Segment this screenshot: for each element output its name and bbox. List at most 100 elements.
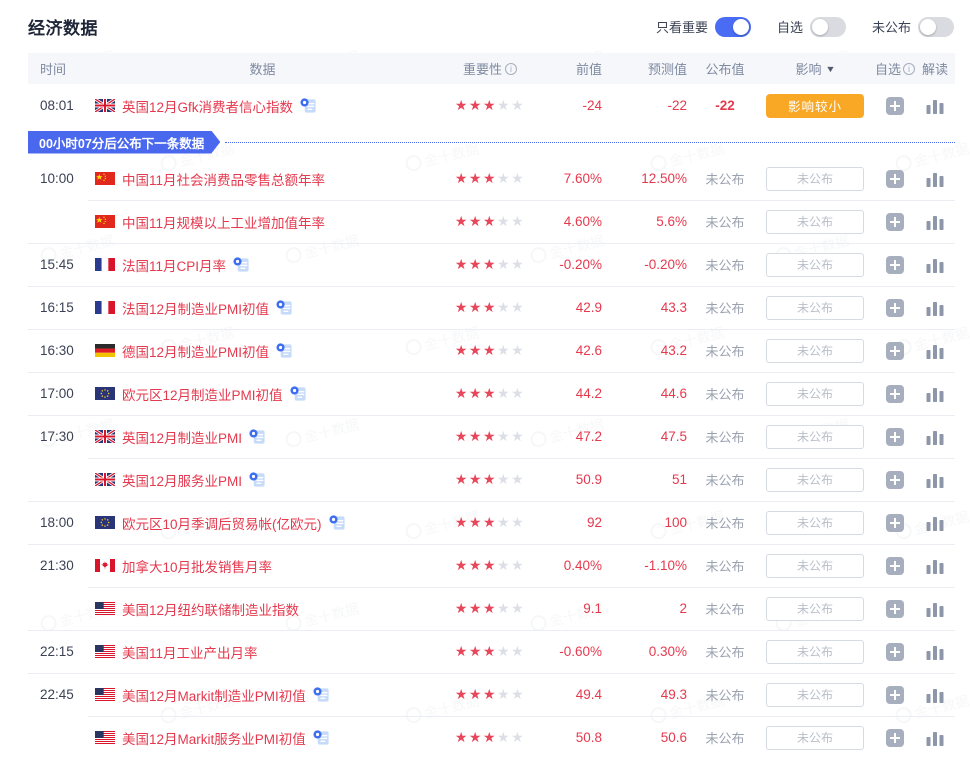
chart-cell [915, 471, 955, 489]
indicator-name-link[interactable]: 法国12月制造业PMI初值 [122, 298, 269, 318]
news-doc-icon[interactable] [249, 428, 266, 445]
add-watchlist-button[interactable] [886, 643, 904, 661]
indicator-name-link[interactable]: 加拿大10月批发销售月率 [122, 556, 272, 576]
watch-cell [875, 385, 915, 403]
forecast-value: 44.6 [610, 386, 695, 401]
news-doc-icon[interactable] [276, 299, 293, 316]
indicator-name-link[interactable]: 美国12月Markit制造业PMI初值 [122, 685, 306, 705]
filter-toggles: 只看重要 自选 未公布 [656, 17, 954, 37]
header-watchlist[interactable]: 自选 [875, 59, 915, 78]
star-empty-icon: ★ [511, 600, 525, 616]
impact-cell: 未公布 [755, 167, 875, 191]
history-chart-icon[interactable] [925, 729, 945, 747]
news-doc-icon[interactable] [290, 385, 307, 402]
toggle-important-only[interactable]: 只看重要 [656, 17, 751, 37]
add-watchlist-button[interactable] [886, 686, 904, 704]
history-chart-icon[interactable] [925, 600, 945, 618]
history-chart-icon[interactable] [925, 97, 945, 115]
history-chart-icon[interactable] [925, 342, 945, 360]
indicator-name-link[interactable]: 美国12月Markit服务业PMI初值 [122, 728, 306, 748]
chart-cell [915, 729, 955, 747]
topbar: 经济数据 只看重要 自选 未公布 [0, 0, 970, 49]
add-watchlist-button[interactable] [886, 342, 904, 360]
add-watchlist-button[interactable] [886, 385, 904, 403]
forecast-value: 100 [610, 515, 695, 530]
history-chart-icon[interactable] [925, 213, 945, 231]
add-watchlist-button[interactable] [886, 213, 904, 231]
header-impact-sort[interactable]: 影响 [755, 59, 875, 78]
info-icon[interactable] [505, 63, 517, 75]
add-watchlist-button[interactable] [886, 514, 904, 532]
star-empty-icon: ★ [497, 256, 511, 272]
news-doc-icon[interactable] [329, 514, 346, 531]
impact-cell: 未公布 [755, 382, 875, 406]
news-doc-icon[interactable] [233, 256, 250, 273]
history-chart-icon[interactable] [925, 471, 945, 489]
history-chart-icon[interactable] [925, 686, 945, 704]
news-doc-icon[interactable] [276, 342, 293, 359]
row-divider [28, 329, 955, 330]
indicator-name-link[interactable]: 欧元区12月制造业PMI初值 [122, 384, 283, 404]
news-doc-icon[interactable] [313, 729, 330, 746]
event-time: 16:15 [28, 300, 85, 315]
previous-value: 49.4 [540, 687, 610, 702]
impact-small-button[interactable]: 影响较小 [766, 94, 864, 118]
add-watchlist-button[interactable] [886, 729, 904, 747]
star-filled-icon: ★ [469, 428, 483, 444]
indicator-name-link[interactable]: 美国11月工业产出月率 [122, 642, 258, 662]
previous-value: 50.9 [540, 472, 610, 487]
toggle-switch[interactable] [918, 17, 954, 37]
header-importance[interactable]: 重要性 [440, 59, 540, 78]
importance-stars: ★★★★★ [440, 170, 540, 187]
history-chart-icon[interactable] [925, 385, 945, 403]
history-chart-icon[interactable] [925, 514, 945, 532]
history-chart-icon[interactable] [925, 557, 945, 575]
table-row: 16:30 德国12月制造业PMI初值 ★★★★★ 42.6 43.2 未公布 … [28, 329, 955, 372]
toggle-switch[interactable] [810, 17, 846, 37]
star-filled-icon: ★ [455, 686, 469, 702]
toggle-watchlist[interactable]: 自选 [777, 17, 846, 37]
indicator-name-link[interactable]: 欧元区10月季调后贸易帐(亿欧元) [122, 513, 322, 533]
add-watchlist-button[interactable] [886, 97, 904, 115]
star-empty-icon: ★ [497, 428, 511, 444]
history-chart-icon[interactable] [925, 428, 945, 446]
toggle-unpublished[interactable]: 未公布 [872, 17, 954, 37]
table-row: 15:45 法国11月CPI月率 ★★★★★ -0.20% -0.20% 未公布… [28, 243, 955, 286]
history-chart-icon[interactable] [925, 299, 945, 317]
indicator-name-link[interactable]: 英国12月Gfk消费者信心指数 [122, 96, 293, 116]
star-filled-icon: ★ [455, 557, 469, 573]
history-chart-icon[interactable] [925, 256, 945, 274]
add-watchlist-button[interactable] [886, 170, 904, 188]
toggle-switch[interactable] [715, 17, 751, 37]
history-chart-icon[interactable] [925, 170, 945, 188]
chart-cell [915, 428, 955, 446]
indicator-name-link[interactable]: 美国12月纽约联储制造业指数 [122, 599, 299, 619]
indicator-name-link[interactable]: 英国12月服务业PMI [122, 470, 242, 490]
news-doc-icon[interactable] [249, 471, 266, 488]
add-watchlist-button[interactable] [886, 471, 904, 489]
add-watchlist-button[interactable] [886, 600, 904, 618]
impact-cell: 未公布 [755, 597, 875, 621]
chart-cell [915, 256, 955, 274]
row-divider [28, 544, 955, 545]
add-watchlist-button[interactable] [886, 299, 904, 317]
add-watchlist-button[interactable] [886, 256, 904, 274]
indicator-name-link[interactable]: 中国11月社会消费品零售总额年率 [122, 169, 325, 189]
add-watchlist-button[interactable] [886, 557, 904, 575]
news-doc-icon[interactable] [300, 97, 317, 114]
news-doc-icon[interactable] [313, 686, 330, 703]
info-icon[interactable] [903, 63, 915, 75]
chevron-down-icon [825, 64, 836, 74]
event-time: 17:00 [28, 386, 85, 401]
row-divider [28, 372, 955, 373]
indicator-name-link[interactable]: 德国12月制造业PMI初值 [122, 341, 269, 361]
star-filled-icon: ★ [483, 686, 497, 702]
add-watchlist-button[interactable] [886, 428, 904, 446]
indicator-name-link[interactable]: 中国11月规模以上工业增加值年率 [122, 212, 325, 232]
previous-value: -0.60% [540, 644, 610, 659]
row-divider [88, 458, 955, 459]
history-chart-icon[interactable] [925, 643, 945, 661]
importance-stars: ★★★★★ [440, 385, 540, 402]
indicator-name-link[interactable]: 法国11月CPI月率 [122, 255, 226, 275]
indicator-name-link[interactable]: 英国12月制造业PMI [122, 427, 242, 447]
